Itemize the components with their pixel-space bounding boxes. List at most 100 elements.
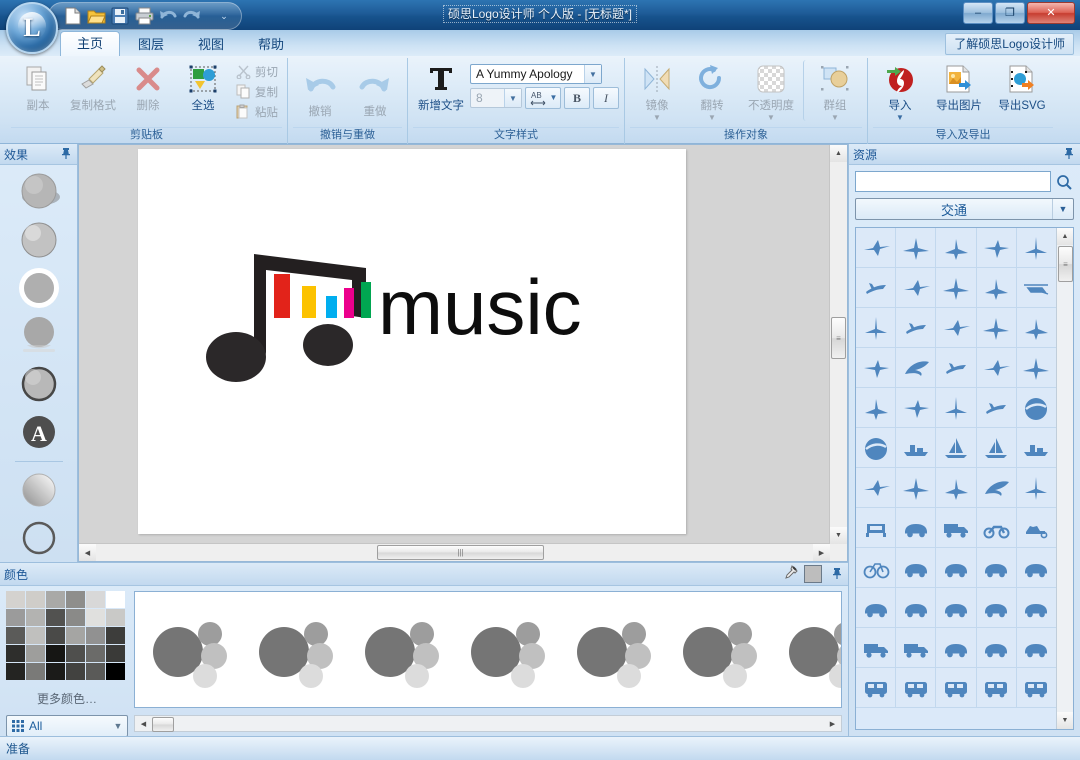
color-swatch[interactable] xyxy=(86,591,105,608)
color-swatch[interactable] xyxy=(66,591,85,608)
color-swatch[interactable] xyxy=(6,609,25,626)
mirror-button[interactable]: 镜像 ▼ xyxy=(630,60,684,122)
font-family-select[interactable]: A Yummy Apology ▼ xyxy=(470,64,602,84)
resource-icon-tram[interactable] xyxy=(936,668,977,708)
res-scroll-down[interactable]: ▼ xyxy=(1057,712,1073,729)
tab-home[interactable]: 主页 xyxy=(60,31,121,56)
color-swatch[interactable] xyxy=(66,627,85,644)
resource-icon-sedan-4[interactable] xyxy=(1016,588,1057,628)
undo-button[interactable]: 撤销 xyxy=(293,66,347,119)
chevron-down-icon[interactable]: ▼ xyxy=(896,114,904,122)
resource-icon-light-aircraft[interactable] xyxy=(896,468,937,508)
resource-icon-locomotive[interactable] xyxy=(1016,668,1057,708)
resource-icon-car-outline-1[interactable] xyxy=(896,548,937,588)
color-swatch[interactable] xyxy=(106,663,125,680)
style-preview-3[interactable] xyxy=(359,610,445,690)
chevron-down-icon[interactable]: ▼ xyxy=(109,721,127,731)
resource-icon-plane-circle[interactable] xyxy=(1016,388,1057,428)
effect-inner-shadow[interactable] xyxy=(12,219,66,261)
bold-button[interactable]: B xyxy=(564,87,590,109)
chevron-down-icon[interactable]: ▼ xyxy=(1052,199,1073,219)
resource-icon-horse-carriage[interactable] xyxy=(1016,508,1057,548)
resource-icon-airplane-sweep[interactable] xyxy=(856,268,897,308)
resource-icon-motorcycle[interactable] xyxy=(976,508,1017,548)
learn-more-link[interactable]: 了解硕思Logo设计师 xyxy=(945,33,1074,55)
resource-icon-bus-1[interactable] xyxy=(856,668,897,708)
group-objects-button[interactable]: 群组 ▼ xyxy=(803,60,862,122)
color-swatch[interactable] xyxy=(26,645,45,662)
resource-icon-glider[interactable] xyxy=(1016,348,1057,388)
resource-icon-airplane-wide[interactable] xyxy=(936,308,977,348)
resource-icon-beetle-car[interactable] xyxy=(896,508,937,548)
pin-icon[interactable] xyxy=(830,567,844,582)
magnifier-icon[interactable] xyxy=(1054,171,1074,192)
resource-category-select[interactable]: 交通 ▼ xyxy=(855,198,1074,220)
resource-icon-airplane-large[interactable] xyxy=(1016,468,1057,508)
resource-icon-car-outline-5[interactable] xyxy=(856,588,897,628)
resource-icon-seaplane[interactable] xyxy=(976,348,1017,388)
style-preview-5[interactable] xyxy=(571,610,657,690)
pin-icon[interactable] xyxy=(1062,147,1076,162)
resource-icon-airplane-side-1[interactable] xyxy=(856,228,897,268)
resource-icon-airplane-low[interactable] xyxy=(856,348,897,388)
resource-icon-airplane-x-wing[interactable] xyxy=(936,228,977,268)
color-swatch[interactable] xyxy=(106,645,125,662)
resource-icon-propeller-plane[interactable] xyxy=(976,308,1017,348)
resource-icon-airplane-small[interactable] xyxy=(856,388,897,428)
eyedropper-icon[interactable] xyxy=(782,564,798,584)
strip-scroll-left[interactable]: ◀ xyxy=(135,716,152,731)
hscroll-thumb[interactable]: ||| xyxy=(377,545,544,560)
effect-text-mask[interactable]: A xyxy=(12,411,66,453)
color-swatch[interactable] xyxy=(6,627,25,644)
cut-button[interactable]: 剪切 xyxy=(231,62,282,81)
color-swatch[interactable] xyxy=(46,663,65,680)
app-menu-orb[interactable]: L xyxy=(6,2,58,54)
effect-drop-shadow[interactable] xyxy=(12,171,66,213)
chevron-down-icon[interactable]: ▼ xyxy=(550,94,558,102)
resource-icon-jet-fighter[interactable] xyxy=(896,268,937,308)
format-painter-button[interactable]: 复制格式 xyxy=(66,60,120,113)
color-swatch[interactable] xyxy=(86,645,105,662)
resource-icon-bomber[interactable] xyxy=(936,348,977,388)
resource-icon-box-truck[interactable] xyxy=(936,508,977,548)
color-swatch[interactable] xyxy=(6,591,25,608)
resource-icon-jet-swoosh[interactable] xyxy=(976,468,1017,508)
chevron-down-icon[interactable]: ▼ xyxy=(504,89,521,107)
resource-icon-airplane-banking[interactable] xyxy=(856,308,897,348)
style-preview-2[interactable] xyxy=(253,610,339,690)
resource-icon-car-outline-2[interactable] xyxy=(936,548,977,588)
resource-icon-airplane-vertical[interactable] xyxy=(1016,228,1057,268)
tab-layers[interactable]: 图层 xyxy=(122,34,180,56)
color-swatch[interactable] xyxy=(66,645,85,662)
style-preview-strip[interactable] xyxy=(134,591,842,708)
close-button[interactable]: ✕ xyxy=(1027,2,1075,24)
resource-search-input[interactable] xyxy=(855,171,1051,192)
select-all-button[interactable]: 全选 xyxy=(176,60,230,113)
resource-icon-airplane-delta[interactable] xyxy=(896,388,937,428)
canvas-horizontal-scrollbar[interactable]: ◀ ||| ▶ xyxy=(79,543,830,561)
resource-icon-sailboat-2[interactable] xyxy=(976,428,1017,468)
maximize-button[interactable]: ❐ xyxy=(995,2,1025,24)
chevron-down-icon[interactable]: ▼ xyxy=(653,114,661,122)
res-scroll-up[interactable]: ▲ xyxy=(1057,228,1073,245)
res-scroll-thumb[interactable]: ≡ xyxy=(1058,246,1073,282)
resource-icon-sedan-1[interactable] xyxy=(896,588,937,628)
letter-spacing-button[interactable]: AB ▼ xyxy=(525,87,561,109)
paste-button[interactable]: 粘贴 xyxy=(231,102,282,121)
color-swatch[interactable] xyxy=(26,627,45,644)
add-text-button[interactable]: 新增文字 xyxy=(413,60,469,113)
color-swatch[interactable] xyxy=(106,591,125,608)
resource-icon-sedan-2[interactable] xyxy=(936,588,977,628)
resource-icon-van-1[interactable] xyxy=(896,628,937,668)
resource-icon-bicycle[interactable] xyxy=(856,548,897,588)
strip-scroll-right[interactable]: ▶ xyxy=(824,716,841,731)
import-button[interactable]: 导入 ▼ xyxy=(873,60,927,122)
color-swatch[interactable] xyxy=(106,627,125,644)
export-svg-button[interactable]: 导出SVG xyxy=(991,60,1053,113)
color-swatch[interactable] xyxy=(26,591,45,608)
more-colors-link[interactable]: 更多颜色… xyxy=(6,690,128,707)
resource-icon-airplane-side-2[interactable] xyxy=(896,228,937,268)
resource-icon-globe-plane[interactable] xyxy=(856,428,897,468)
pin-icon[interactable] xyxy=(59,147,73,162)
resource-icon-jet-top[interactable] xyxy=(936,268,977,308)
